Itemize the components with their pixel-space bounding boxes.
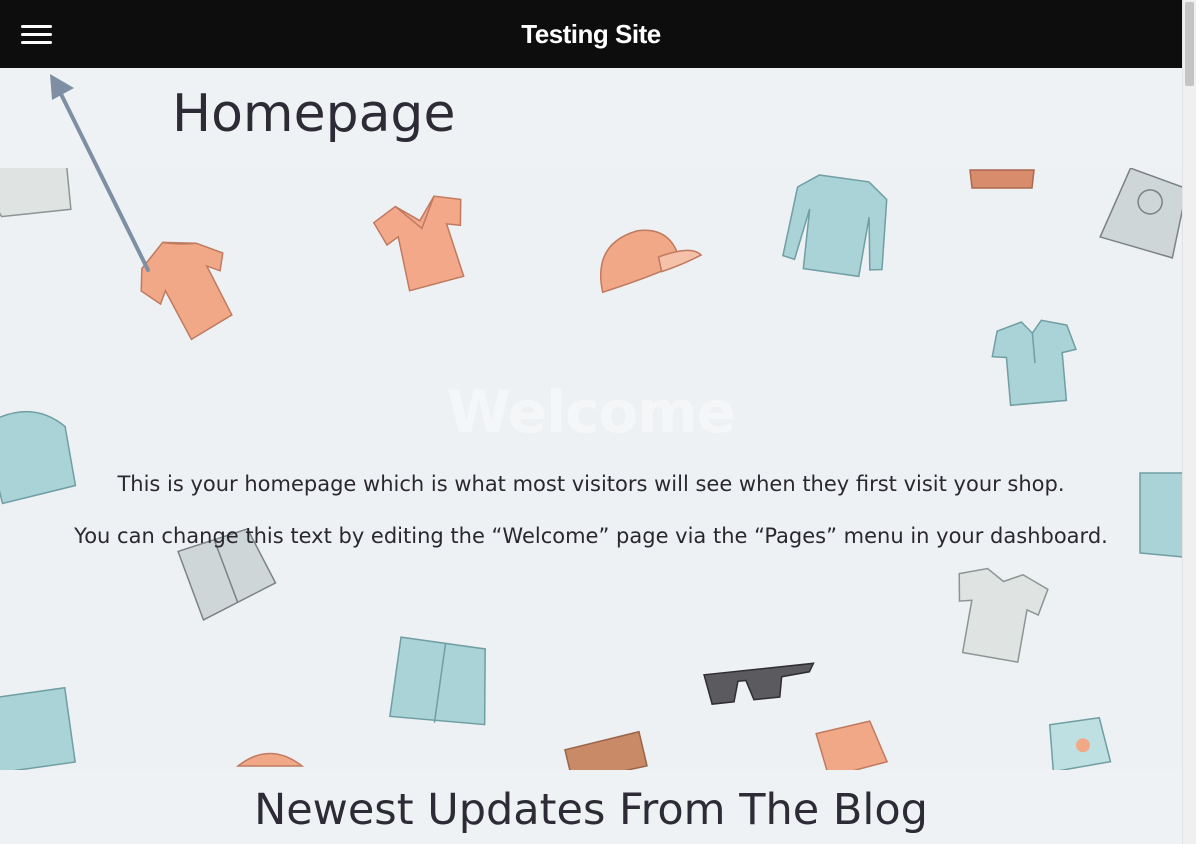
shirt-illustration xyxy=(0,686,77,770)
clothing-pattern-background xyxy=(0,168,1182,770)
blog-section-heading: Newest Updates From The Blog xyxy=(254,785,928,835)
sweater-illustration xyxy=(140,241,233,341)
shirt-illustration xyxy=(0,168,72,218)
tshirt-illustration xyxy=(958,567,1049,664)
page-title: Homepage xyxy=(172,84,456,144)
tshirt-illustration xyxy=(372,195,465,292)
welcome-paragraph: This is your homepage which is what most… xyxy=(117,472,1065,496)
welcome-heading: Welcome xyxy=(446,378,736,446)
jacket-illustration xyxy=(389,636,486,726)
shoes-illustration xyxy=(969,169,1035,189)
onesie-illustration xyxy=(1048,716,1112,770)
hoodie-illustration xyxy=(1099,168,1182,259)
welcome-paragraph-edit-hint: You can change this text by editing the … xyxy=(74,524,1108,548)
cap-illustration xyxy=(599,229,703,294)
vertical-scrollbar[interactable] xyxy=(1182,0,1196,844)
bag-illustration xyxy=(564,730,648,770)
longsleeve-illustration xyxy=(782,174,888,278)
top-bar: Testing Site xyxy=(0,0,1182,68)
sunglasses-illustration xyxy=(703,662,815,705)
scrollbar-thumb[interactable] xyxy=(1185,2,1194,86)
site-title[interactable]: Testing Site xyxy=(0,0,1182,68)
hat-illustration xyxy=(235,752,305,767)
hero-banner: Welcome This is your homepage which is w… xyxy=(0,168,1182,770)
sweater-illustration xyxy=(815,720,889,770)
